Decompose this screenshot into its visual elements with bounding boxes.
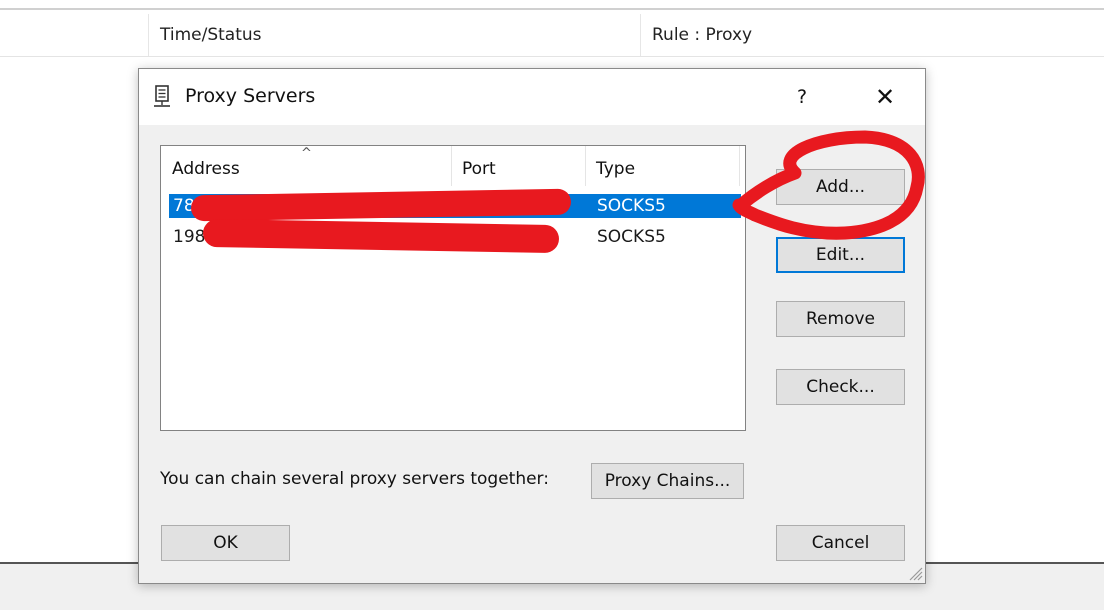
close-icon[interactable]: ✕: [867, 81, 903, 113]
proxy-type: SOCKS5: [597, 227, 666, 247]
cancel-button[interactable]: Cancel: [776, 525, 905, 561]
annotation-circle: [732, 130, 925, 240]
check-button[interactable]: Check...: [776, 369, 905, 405]
remove-button[interactable]: Remove: [776, 301, 905, 337]
column-header-time-status[interactable]: Time/Status: [160, 14, 262, 56]
help-icon[interactable]: ?: [787, 81, 817, 113]
column-header-type[interactable]: Type: [585, 146, 739, 188]
column-header-port[interactable]: Port: [451, 146, 585, 188]
connections-table-header: Time/Status Rule : Proxy: [0, 14, 1104, 57]
server-icon: [154, 85, 170, 107]
ok-button[interactable]: OK: [161, 525, 290, 561]
proxy-servers-dialog: Proxy Servers ? ✕ Address ^ Port Type 78…: [138, 68, 926, 584]
dialog-titlebar[interactable]: Proxy Servers ? ✕: [139, 69, 925, 125]
dialog-title: Proxy Servers: [185, 85, 316, 107]
sort-ascending-icon: ^: [301, 146, 312, 161]
column-header-rule-proxy[interactable]: Rule : Proxy: [652, 14, 752, 56]
column-separator[interactable]: [148, 14, 149, 56]
proxy-list[interactable]: Address ^ Port Type 78 SOCKS5 198 SOCKS5: [160, 145, 746, 431]
resize-grip-icon[interactable]: [907, 565, 923, 581]
column-separator[interactable]: [640, 14, 641, 56]
proxy-chains-button[interactable]: Proxy Chains...: [591, 463, 744, 499]
chain-description: You can chain several proxy servers toge…: [160, 469, 549, 489]
proxy-type: SOCKS5: [597, 196, 666, 216]
proxy-list-header: Address ^ Port Type: [161, 146, 745, 188]
window-top-line: [0, 8, 1104, 10]
